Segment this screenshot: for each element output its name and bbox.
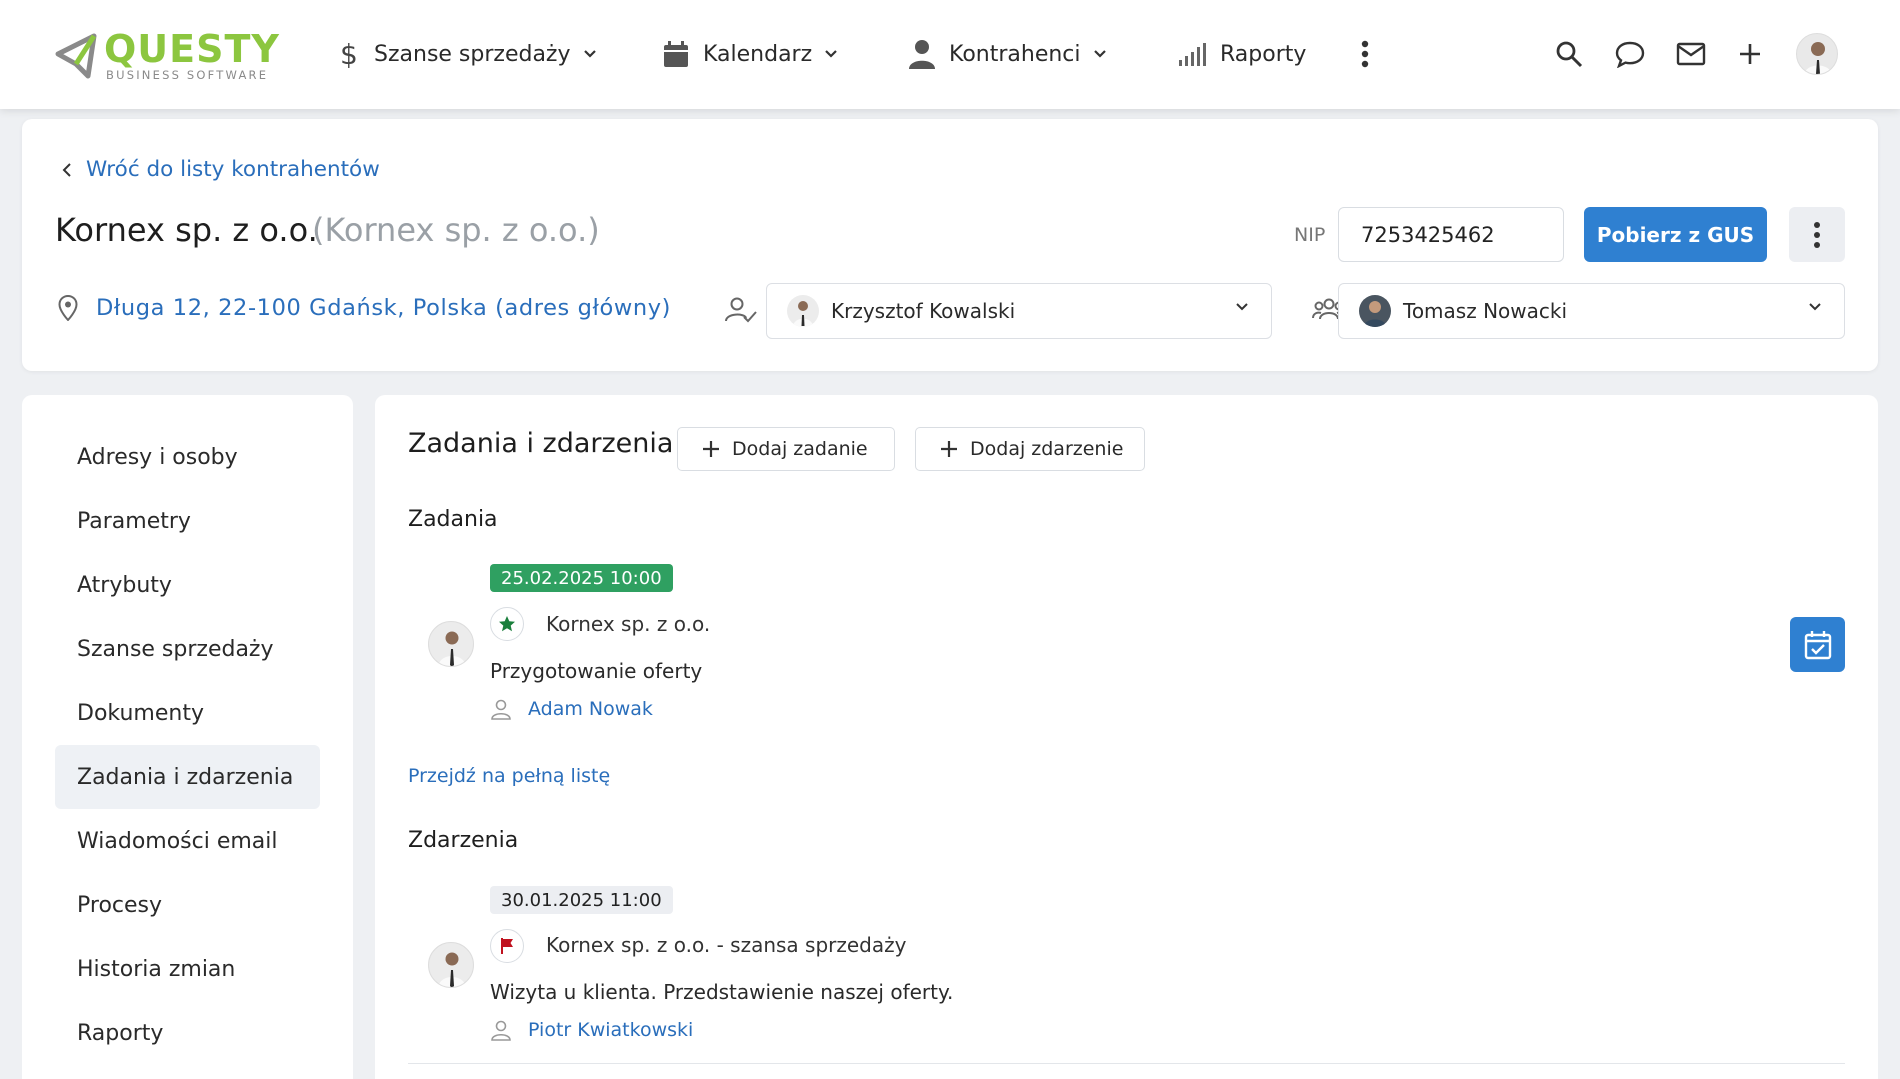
event-description[interactable]: Wizyta u klienta. Przedstawienie naszej …: [490, 980, 953, 1004]
team-member-avatar: [1359, 295, 1391, 327]
person-outline-icon: [491, 699, 511, 720]
side-item-change-history[interactable]: Historia zmian: [55, 937, 320, 1001]
task-assignee[interactable]: Adam Nowak: [490, 698, 653, 720]
team-member-name: Tomasz Nowacki: [1403, 299, 1568, 323]
owner-select[interactable]: Krzysztof Kowalski: [766, 283, 1272, 339]
owner-avatar: [787, 295, 819, 327]
side-item-documents[interactable]: Dokumenty: [55, 681, 320, 745]
nav-sales-opportunities[interactable]: $ Szanse sprzedaży: [338, 36, 597, 72]
main-address-link[interactable]: Długa 12, 22-100 Gdańsk, Polska (adres g…: [58, 295, 671, 321]
task-type-star-icon: [490, 607, 524, 641]
person-outline-icon: [491, 1020, 511, 1041]
svg-text:$: $: [340, 38, 358, 70]
nav-label: Szanse sprzedaży: [374, 41, 571, 67]
event-author-avatar: [428, 942, 474, 988]
header-more-button[interactable]: [1789, 207, 1845, 262]
logo-sub-text: BUSINESS SOFTWARE: [106, 68, 269, 82]
nip-label: NIP: [1294, 224, 1326, 246]
plus-icon: [941, 441, 957, 457]
company-name: Kornex sp. z o.o.: [55, 211, 318, 249]
task-title[interactable]: Kornex sp. z o.o.: [546, 612, 710, 636]
contractor-header-card: Wróć do listy kontrahentów Kornex sp. z …: [22, 119, 1878, 371]
person-icon: [909, 40, 935, 69]
more-vertical-icon: [1814, 221, 1820, 248]
nav-reports[interactable]: Raporty: [1178, 36, 1306, 72]
user-avatar[interactable]: [1796, 33, 1838, 75]
nav-label: Kalendarz: [703, 41, 813, 67]
chevron-left-icon: [62, 162, 71, 177]
nav-calendar[interactable]: Kalendarz: [663, 36, 838, 72]
back-to-list-link[interactable]: Wróć do listy kontrahentów: [62, 157, 380, 182]
calendar-check-icon: [1804, 630, 1831, 659]
event-title[interactable]: Kornex sp. z o.o. - szansa sprzedaży: [546, 933, 906, 957]
section-title: Zadania i zdarzenia: [408, 428, 674, 459]
plus-icon: [703, 441, 719, 457]
chevron-down-icon: [1093, 50, 1106, 58]
add-task-label: Dodaj zadanie: [732, 438, 868, 460]
side-item-addresses[interactable]: Adresy i osoby: [55, 425, 320, 489]
side-item-sales-opportunities[interactable]: Szanse sprzedaży: [55, 617, 320, 681]
task-date-badge: 25.02.2025 10:00: [490, 564, 673, 592]
task-description[interactable]: Przygotowanie oferty: [490, 659, 702, 683]
side-item-processes[interactable]: Procesy: [55, 873, 320, 937]
side-item-attributes[interactable]: Atrybuty: [55, 553, 320, 617]
location-pin-icon: [58, 295, 78, 321]
nav-label: Kontrahenci: [949, 41, 1081, 67]
logo-main-text: QUESTY: [104, 27, 280, 71]
nip-input[interactable]: [1338, 207, 1564, 262]
chat-icon[interactable]: [1614, 38, 1646, 70]
add-task-button[interactable]: Dodaj zadanie: [677, 427, 895, 471]
event-date-badge: 30.01.2025 11:00: [490, 886, 673, 914]
more-menu-icon[interactable]: [1349, 38, 1381, 70]
list-divider: [408, 1063, 1845, 1064]
chevron-down-icon: [825, 50, 837, 58]
side-item-reports[interactable]: Raporty: [55, 1001, 320, 1065]
tasks-events-panel: Zadania i zdarzenia Dodaj zadanie Dodaj …: [375, 395, 1878, 1079]
team-member-select[interactable]: Tomasz Nowacki: [1338, 283, 1845, 339]
search-icon[interactable]: [1553, 38, 1585, 70]
chevron-down-icon: [1236, 303, 1248, 311]
task-assignee-name: Adam Nowak: [528, 698, 653, 720]
contractor-side-menu: Adresy i osoby Parametry Atrybuty Szanse…: [22, 395, 353, 1079]
signal-bars-icon: [1179, 43, 1206, 66]
chevron-down-icon: [583, 50, 596, 58]
address-text: Długa 12, 22-100 Gdańsk, Polska (adres g…: [96, 295, 672, 321]
side-item-tasks-events[interactable]: Zadania i zdarzenia: [55, 745, 320, 809]
company-alt-name: (Kornex sp. z o.o.): [312, 211, 600, 249]
logo-mark-icon: [55, 33, 97, 79]
side-item-emails[interactable]: Wiadomości email: [55, 809, 320, 873]
plus-icon[interactable]: [1734, 38, 1766, 70]
chevron-down-icon: [1809, 303, 1821, 311]
nav-contractors[interactable]: Kontrahenci: [909, 36, 1107, 72]
tasks-subtitle: Zadania: [408, 507, 498, 532]
event-type-flag-icon: [490, 929, 524, 963]
top-navigation-bar: QUESTY BUSINESS SOFTWARE $ Szanse sprzed…: [0, 0, 1900, 109]
event-assignee[interactable]: Piotr Kwiatkowski: [490, 1019, 693, 1041]
full-list-link[interactable]: Przejdź na pełną listę: [408, 765, 610, 787]
calendar-icon: [664, 41, 688, 67]
task-author-avatar: [428, 621, 474, 667]
event-assignee-name: Piotr Kwiatkowski: [528, 1019, 694, 1041]
owner-check-icon: [725, 297, 757, 327]
owner-name: Krzysztof Kowalski: [831, 299, 1016, 323]
dollar-icon: $: [340, 38, 358, 70]
questy-logo[interactable]: QUESTY BUSINESS SOFTWARE: [54, 30, 280, 82]
task-calendar-button[interactable]: [1790, 617, 1845, 672]
add-event-button[interactable]: Dodaj zdarzenie: [915, 427, 1145, 471]
side-item-parameters[interactable]: Parametry: [55, 489, 320, 553]
back-link-label: Wróć do listy kontrahentów: [86, 157, 380, 182]
add-event-label: Dodaj zdarzenie: [970, 438, 1124, 460]
mail-icon[interactable]: [1675, 38, 1707, 70]
nav-label: Raporty: [1220, 41, 1307, 67]
events-subtitle: Zdarzenia: [408, 828, 519, 853]
fetch-from-gus-button[interactable]: Pobierz z GUS: [1584, 207, 1767, 262]
